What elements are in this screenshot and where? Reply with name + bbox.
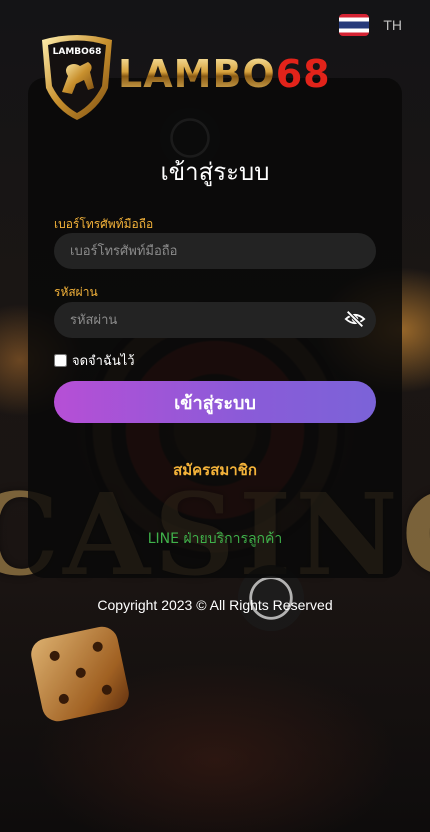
language-label: TH (383, 17, 402, 33)
line-support-link[interactable]: LINE ฝ่ายบริการลูกค้า (0, 528, 430, 550)
remember-me-label: จดจำฉันไว้ (72, 354, 135, 369)
password-input[interactable] (54, 302, 376, 338)
remember-me-checkbox[interactable]: จดจำฉันไว้ (54, 350, 135, 371)
svg-text:LAMBO68: LAMBO68 (53, 47, 102, 57)
phone-label: เบอร์โทรศัพท์มือถือ (54, 217, 154, 231)
password-label: รหัสผ่าน (54, 285, 98, 299)
dice-image (28, 623, 132, 725)
register-link[interactable]: สมัครสมาชิก (0, 458, 430, 482)
bull-shield-logo: LAMBO68 (42, 35, 112, 120)
brand-wordmark: LAMBO68 (118, 52, 331, 96)
brand-logo[interactable]: LAMBO68 LAMBO68 (38, 32, 378, 124)
eye-slash-icon[interactable] (344, 309, 366, 329)
copyright-text: Copyright 2023 © All Rights Reserved (97, 597, 333, 613)
remember-me-checkbox-input[interactable] (54, 354, 67, 367)
login-title: เข้าสู่ระบบ (160, 158, 270, 186)
login-button[interactable]: เข้าสู่ระบบ (54, 381, 376, 423)
phone-input[interactable] (54, 233, 376, 269)
